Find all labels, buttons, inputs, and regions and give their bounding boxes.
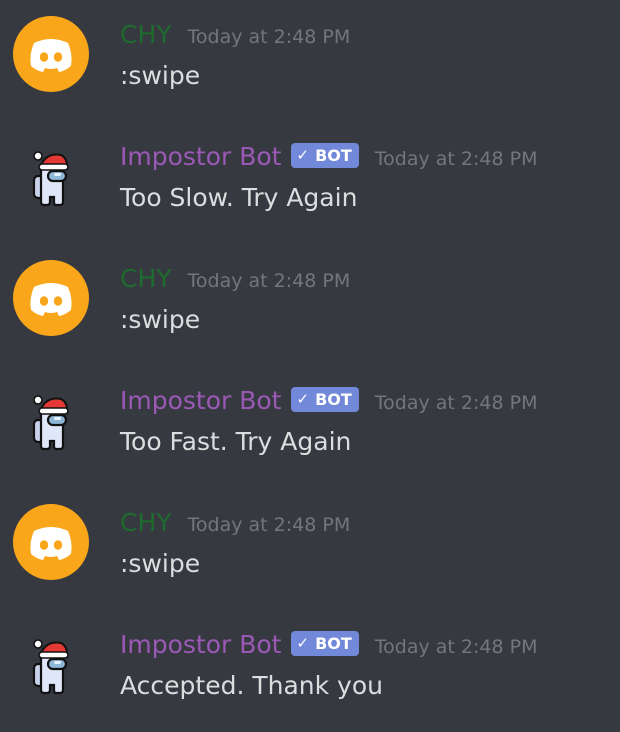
checkmark-icon: ✓ <box>296 145 310 164</box>
bot-badge-label: BOT <box>315 633 352 653</box>
message-content: Accepted. Thank you <box>120 671 383 700</box>
username[interactable]: CHY <box>120 260 172 298</box>
message-item: CHY Today at 2:48 PM :swipe <box>0 0 620 122</box>
bot-badge: ✓ BOT <box>290 630 359 656</box>
bot-badge: ✓ BOT <box>290 386 359 412</box>
bot-badge: ✓ BOT <box>290 142 359 168</box>
message-content: Too Slow. Try Again <box>120 183 358 212</box>
message-content: :swipe <box>120 549 201 578</box>
username[interactable]: CHY <box>120 16 172 54</box>
message-content: :swipe <box>120 61 201 90</box>
bot-badge-label: BOT <box>315 389 352 409</box>
message-item: CHY Today at 2:48 PM :swipe <box>0 244 620 366</box>
crewmate-avatar-icon[interactable] <box>13 626 89 702</box>
bot-badge-label: BOT <box>315 145 352 165</box>
message-header: CHY Today at 2:48 PM <box>120 16 350 54</box>
message-header: CHY Today at 2:48 PM <box>120 504 350 542</box>
username[interactable]: Impostor Bot <box>120 626 282 664</box>
timestamp[interactable]: Today at 2:48 PM <box>375 140 538 178</box>
crewmate-avatar-icon[interactable] <box>13 382 89 458</box>
message-item: Impostor Bot ✓ BOT Today at 2:48 PM Too … <box>0 122 620 244</box>
username[interactable]: Impostor Bot <box>120 382 282 420</box>
checkmark-icon: ✓ <box>296 633 310 652</box>
message-item: Impostor Bot ✓ BOT Today at 2:48 PM Too … <box>0 366 620 488</box>
message-header: Impostor Bot ✓ BOT Today at 2:48 PM <box>120 138 537 176</box>
message-content: :swipe <box>120 305 201 334</box>
message-item: CHY Today at 2:48 PM :swipe <box>0 488 620 610</box>
username[interactable]: Impostor Bot <box>120 138 282 176</box>
timestamp[interactable]: Today at 2:48 PM <box>188 262 351 300</box>
timestamp[interactable]: Today at 2:48 PM <box>188 18 351 56</box>
timestamp[interactable]: Today at 2:48 PM <box>188 506 351 544</box>
checkmark-icon: ✓ <box>296 389 310 408</box>
crewmate-avatar-icon[interactable] <box>13 138 89 214</box>
discord-avatar-icon[interactable] <box>13 16 89 92</box>
discord-avatar-icon[interactable] <box>13 260 89 336</box>
timestamp[interactable]: Today at 2:48 PM <box>375 628 538 666</box>
message-content: Too Fast. Try Again <box>120 427 352 456</box>
discord-avatar-icon[interactable] <box>13 504 89 580</box>
message-item: Impostor Bot ✓ BOT Today at 2:48 PM Acce… <box>0 610 620 732</box>
message-header: CHY Today at 2:48 PM <box>120 260 350 298</box>
message-header: Impostor Bot ✓ BOT Today at 2:48 PM <box>120 382 537 420</box>
message-header: Impostor Bot ✓ BOT Today at 2:48 PM <box>120 626 537 664</box>
username[interactable]: CHY <box>120 504 172 542</box>
timestamp[interactable]: Today at 2:48 PM <box>375 384 538 422</box>
chat-messages: CHY Today at 2:48 PM :swipe Impostor Bot <box>0 0 620 729</box>
